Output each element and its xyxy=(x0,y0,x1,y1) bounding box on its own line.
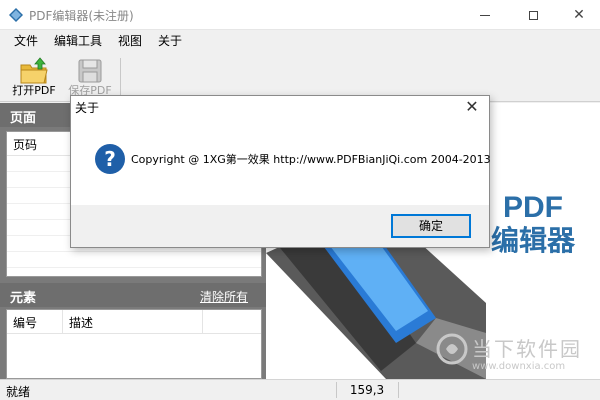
watermark-url: www.downxia.com xyxy=(472,361,566,372)
save-disk-icon xyxy=(78,59,102,83)
menu-file[interactable]: 文件 xyxy=(6,30,46,52)
menu-bar: 文件 编辑工具 视图 关于 xyxy=(0,30,600,52)
clear-all-link[interactable]: 清除所有 xyxy=(200,288,248,305)
app-logo-icon xyxy=(9,8,23,22)
menu-edit-tools[interactable]: 编辑工具 xyxy=(46,30,110,52)
minimize-icon xyxy=(480,14,490,16)
table-row xyxy=(7,252,261,268)
window-title: PDF编辑器(未注册) xyxy=(29,9,134,23)
ok-button[interactable]: 确定 xyxy=(391,214,471,238)
close-icon: ✕ xyxy=(573,7,585,23)
save-pdf-button[interactable]: 保存PDF xyxy=(62,54,118,100)
dialog-title-bar: 关于 ✕ xyxy=(71,96,489,118)
logo-line-1: PDF xyxy=(503,191,563,224)
menu-about[interactable]: 关于 xyxy=(150,30,190,52)
status-coordinates: 159,3 xyxy=(349,383,385,397)
dialog-close-button[interactable]: ✕ xyxy=(463,97,481,116)
status-separator xyxy=(398,382,399,398)
close-button[interactable]: ✕ xyxy=(556,0,600,30)
elements-panel-title: 元素 xyxy=(10,291,37,306)
status-bar: 就绪 159,3 xyxy=(0,379,600,400)
elements-grid-header: 编号 描述 xyxy=(7,310,261,334)
maximize-button[interactable] xyxy=(510,0,556,30)
toolbar-separator xyxy=(120,58,121,96)
column-description[interactable]: 描述 xyxy=(63,310,203,334)
watermark-logo-icon xyxy=(436,333,468,365)
status-text: 就绪 xyxy=(6,385,31,399)
dialog-title: 关于 xyxy=(75,101,100,115)
column-id[interactable]: 编号 xyxy=(7,310,63,334)
elements-panel-header: 元素 清除所有 xyxy=(0,283,266,307)
pdf-editor-logo: PDF 编辑器 xyxy=(491,191,575,257)
question-icon: ? xyxy=(95,144,125,174)
pages-panel-title: 页面 xyxy=(10,111,37,126)
about-dialog: 关于 ✕ ? Copyright @ 1XG第一效果 http://www.PD… xyxy=(70,95,491,248)
open-pdf-button[interactable]: 打开PDF xyxy=(6,54,62,100)
watermark-text: 当下软件园 xyxy=(472,337,582,361)
menu-view[interactable]: 视图 xyxy=(110,30,150,52)
open-pdf-label: 打开PDF xyxy=(12,84,56,97)
logo-line-2: 编辑器 xyxy=(491,224,576,257)
dialog-message: Copyright @ 1XG第一效果 http://www.PDFBianJi… xyxy=(131,153,491,166)
minimize-button[interactable] xyxy=(462,0,508,30)
dialog-body: ? Copyright @ 1XG第一效果 http://www.PDFBian… xyxy=(71,118,491,205)
maximize-icon xyxy=(528,10,538,20)
elements-grid[interactable]: 编号 描述 xyxy=(6,309,262,379)
title-bar: PDF编辑器(未注册) ✕ xyxy=(0,0,600,30)
